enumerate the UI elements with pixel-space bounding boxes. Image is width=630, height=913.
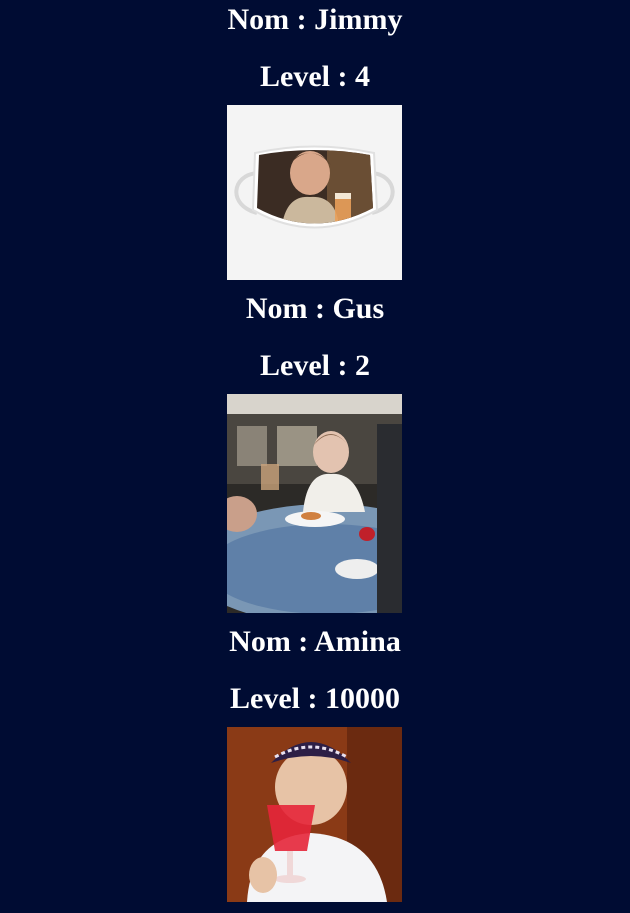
profile-photo-drink <box>227 727 402 902</box>
profile-level: Level : 4 <box>260 60 370 93</box>
profile-level: Level : 2 <box>260 349 370 382</box>
profile-level: Level : 10000 <box>230 682 400 715</box>
profile-name: Nom : Jimmy <box>227 3 403 36</box>
profile-photo-mask <box>227 105 402 280</box>
profile-name: Nom : Gus <box>245 292 385 325</box>
profile-name: Nom : Amina <box>229 625 401 658</box>
profile-photo-table <box>227 394 402 613</box>
